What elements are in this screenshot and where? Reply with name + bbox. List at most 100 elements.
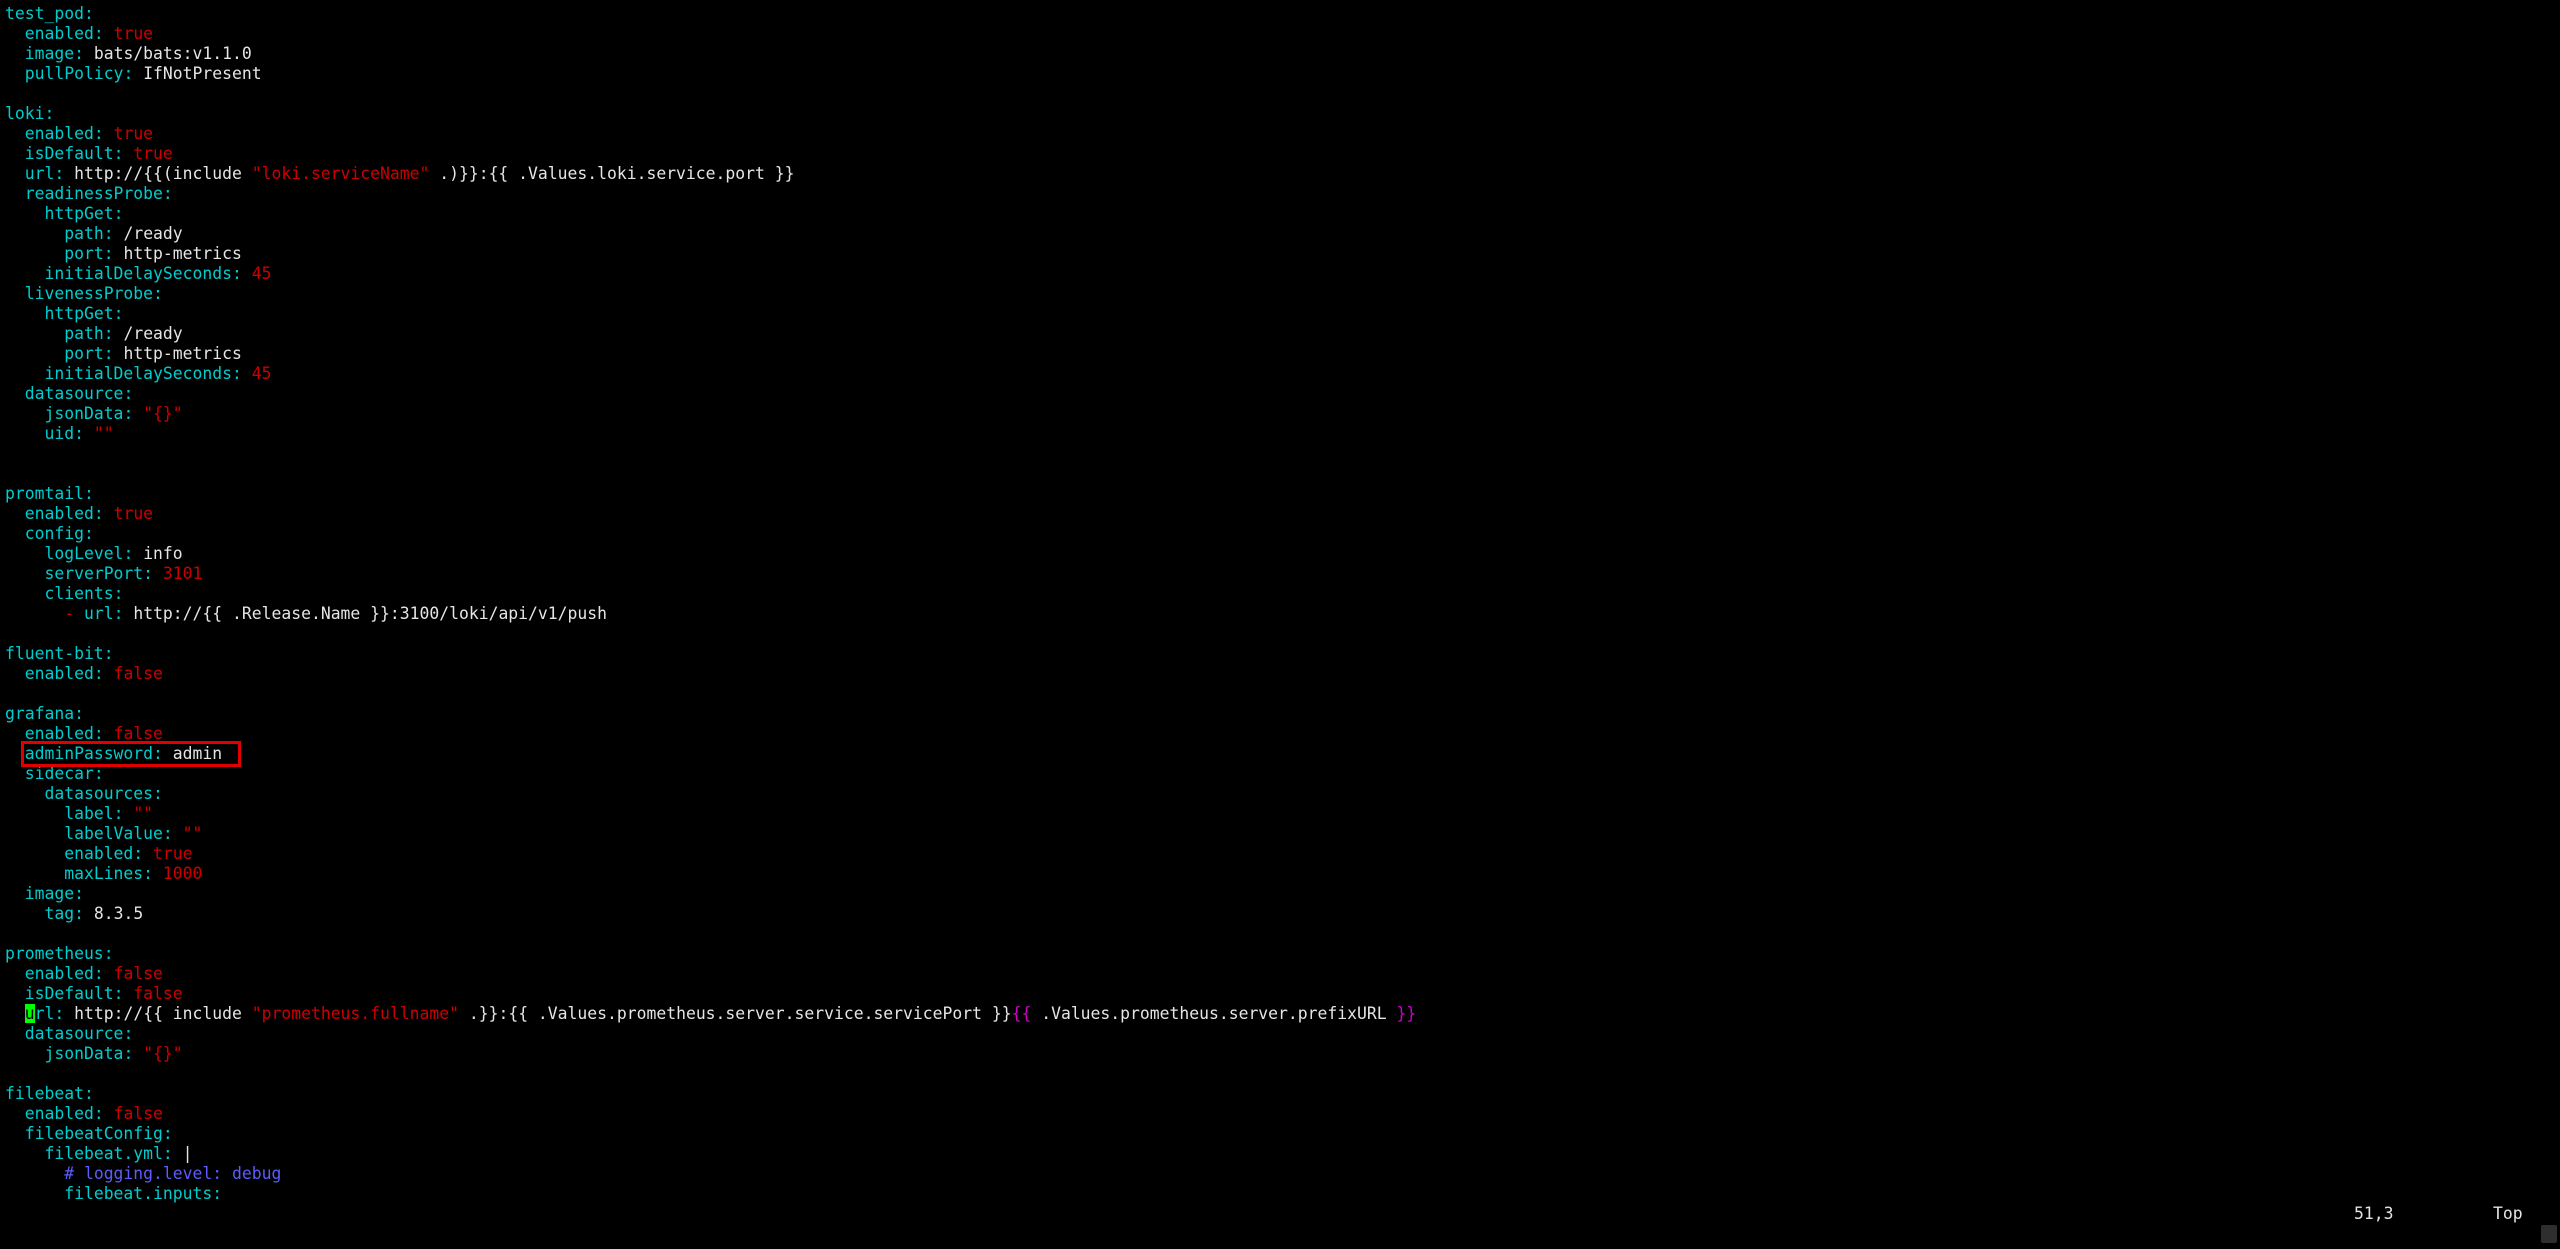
code-line[interactable]: enabled: true (5, 24, 153, 44)
code-line[interactable]: loki: (5, 104, 54, 124)
code-line[interactable]: uid: "" (5, 424, 113, 444)
code-token: path (64, 324, 104, 343)
code-token: false (113, 1104, 163, 1123)
code-token: : (123, 64, 144, 83)
code-line[interactable]: httpGet: (5, 304, 123, 324)
code-line[interactable]: initialDelaySeconds: 45 (5, 264, 271, 284)
code-line[interactable]: test_pod: (5, 4, 94, 24)
code-line[interactable]: filebeat.inputs: (5, 1184, 222, 1204)
code-token: : (113, 304, 124, 323)
code-token: clients (44, 584, 114, 603)
code-token: url (24, 164, 55, 183)
code-token: "{}" (143, 404, 183, 423)
code-line[interactable]: isDefault: true (5, 144, 173, 164)
code-token: - (64, 604, 84, 623)
code-line[interactable]: httpGet: (5, 204, 123, 224)
code-line[interactable]: datasource: (5, 384, 134, 404)
code-line[interactable]: filebeat.yml: | (5, 1144, 192, 1164)
code-token: : (93, 124, 114, 143)
code-line[interactable]: image: (5, 884, 84, 904)
scrollbar-thumb[interactable] (2541, 1225, 2557, 1243)
code-token: 1000 (162, 864, 203, 883)
code-token: promtail (5, 484, 84, 503)
code-line[interactable]: maxLines: 1000 (5, 864, 202, 884)
code-line[interactable]: datasources: (5, 784, 162, 804)
code-line[interactable]: clients: (5, 584, 123, 604)
code-token: enabled (24, 24, 94, 43)
code-line[interactable]: prometheus: (5, 944, 114, 964)
code-token: image (24, 884, 75, 903)
code-line[interactable]: url: http://{{(include "loki.serviceName… (5, 164, 795, 184)
code-token: : (103, 224, 124, 243)
code-line[interactable]: labelValue: "" (5, 824, 202, 844)
code-token: : (74, 884, 84, 903)
code-line[interactable]: jsonData: "{}" (5, 404, 183, 424)
code-token: "" (133, 804, 154, 823)
code-line[interactable]: config: (5, 524, 94, 544)
code-line[interactable]: enabled: false (5, 964, 163, 984)
code-token: /ready (123, 324, 183, 343)
code-line[interactable]: # logging.level: debug (5, 1164, 281, 1184)
code-token: : (231, 264, 252, 283)
code-token: : (162, 184, 173, 203)
code-token: : (54, 164, 75, 183)
code-line[interactable]: label: "" (5, 804, 153, 824)
code-line[interactable]: enabled: true (5, 124, 153, 144)
code-line[interactable]: serverPort: 3101 (5, 564, 202, 584)
code-line[interactable]: enabled: false (5, 664, 163, 684)
code-line[interactable]: path: /ready (5, 224, 182, 244)
code-line[interactable]: tag: 8.3.5 (5, 904, 143, 924)
code-token: : (162, 824, 183, 843)
code-token: prometheus (5, 944, 104, 963)
code-line[interactable]: pullPolicy: IfNotPresent (5, 64, 262, 84)
code-line[interactable]: initialDelaySeconds: 45 (5, 364, 271, 384)
code-line[interactable]: image: bats/bats:v1.1.0 (5, 44, 252, 64)
code-line[interactable]: filebeat: (5, 1084, 94, 1104)
code-line[interactable]: - url: http://{{ .Release.Name }}:3100/l… (5, 604, 607, 624)
code-token: : (162, 1124, 173, 1143)
code-token: "{}" (143, 1044, 183, 1063)
code-line[interactable]: path: /ready (5, 324, 183, 344)
code-token: true (113, 504, 154, 523)
code-line[interactable]: sidecar: (5, 764, 104, 784)
code-line[interactable]: readinessProbe: (5, 184, 173, 204)
code-line[interactable]: promtail: (5, 484, 94, 504)
code-line[interactable]: url: http://{{ include "prometheus.fulln… (5, 1004, 1416, 1024)
terminal-window[interactable]: test_pod: enabled: true image: bats/bats… (0, 0, 2538, 1249)
code-line[interactable]: datasource: (5, 1024, 134, 1044)
code-token: info (143, 544, 183, 563)
code-token: false (113, 964, 163, 983)
code-token: maxLines (64, 864, 144, 883)
code-token: : (93, 504, 114, 523)
code-line[interactable]: port: http-metrics (5, 344, 242, 364)
code-line[interactable]: jsonData: "{}" (5, 1044, 183, 1064)
vertical-scrollbar[interactable] (2538, 0, 2560, 1249)
code-token: http://{{ include (74, 1004, 252, 1023)
code-token: : (83, 4, 94, 23)
code-line[interactable]: grafana: (5, 704, 84, 724)
code-line[interactable]: enabled: false (5, 1104, 163, 1124)
code-line[interactable]: fluent-bit: (5, 644, 114, 664)
code-token: : (162, 1144, 183, 1163)
code-line[interactable]: filebeatConfig: (5, 1124, 173, 1144)
code-line[interactable]: port: http-metrics (5, 244, 242, 264)
code-token: grafana (5, 704, 75, 723)
code-token: : (103, 324, 124, 343)
code-line[interactable]: livenessProbe: (5, 284, 163, 304)
code-line[interactable]: enabled: true (5, 844, 192, 864)
code-line[interactable]: enabled: true (5, 504, 153, 524)
code-line[interactable]: isDefault: false (5, 984, 183, 1004)
code-line[interactable]: logLevel: info (5, 544, 183, 564)
code-token: true (113, 124, 154, 143)
